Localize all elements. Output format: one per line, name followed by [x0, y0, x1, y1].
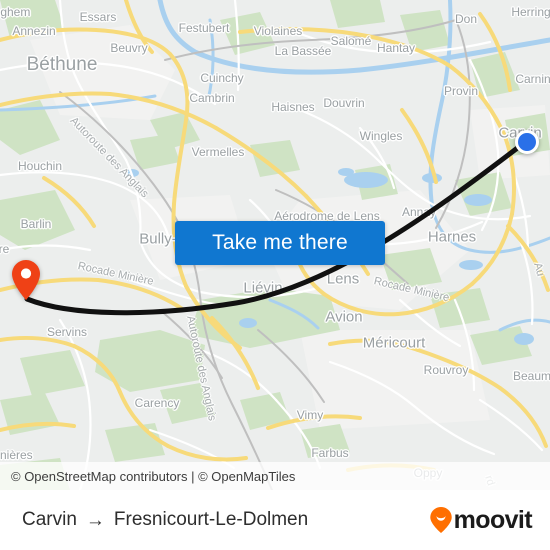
trip-title: Carvin → Fresnicourt-Le-Dolmen [22, 509, 308, 531]
moovit-wordmark: moovit [453, 505, 533, 534]
destination-marker-fresnicourt-le-dolmen[interactable] [12, 260, 40, 300]
origin-marker-carvin[interactable] [515, 130, 539, 154]
take-me-there-button[interactable]: Take me there [175, 221, 385, 265]
moovit-logo[interactable]: moovit [429, 505, 533, 534]
trip-destination: Fresnicourt-Le-Dolmen [113, 509, 309, 530]
moovit-map-screen: nghemEssarsAnnezinFestubertViolainesDonH… [0, 0, 550, 550]
take-me-there-label: Take me there [212, 231, 348, 254]
map-viewport[interactable]: nghemEssarsAnnezinFestubertViolainesDonH… [0, 0, 550, 490]
footer-bar: Carvin → Fresnicourt-Le-Dolmen moovit [0, 490, 550, 550]
arrow-right-icon: → [85, 509, 105, 531]
map-pin-icon [12, 260, 40, 300]
moovit-pin-icon [429, 507, 452, 533]
trip-origin: Carvin [22, 509, 77, 530]
map-attribution-bar: © OpenStreetMap contributors | © OpenMap… [0, 462, 550, 490]
attribution-text[interactable]: © OpenStreetMap contributors | © OpenMap… [11, 469, 295, 484]
